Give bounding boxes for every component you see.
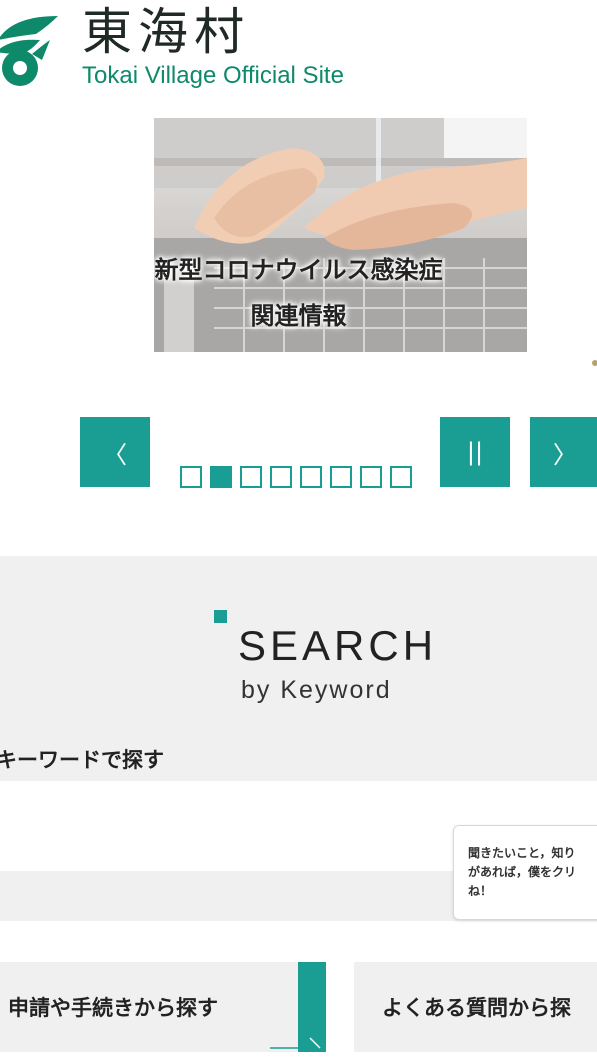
slider-next-button[interactable]: 〉 [530, 417, 597, 487]
slider-prev-button[interactable]: 〈 [80, 417, 150, 487]
search-subheading: by Keyword [241, 676, 392, 704]
search-heading: SEARCH [238, 622, 438, 669]
slider-dot-5[interactable] [300, 466, 322, 488]
search-heading-marker [214, 610, 227, 623]
next-slide-edge [592, 360, 597, 366]
chatbot-speech-bubble[interactable]: 聞きたいこと，知り があれば，僕をクリ ね！ [453, 825, 597, 920]
tokai-village-emblem-icon [0, 16, 58, 86]
slider-dot-4[interactable] [270, 466, 292, 488]
slider-dot-3[interactable] [240, 466, 262, 488]
slider-dot-7[interactable] [360, 466, 382, 488]
arrow-right-icon [270, 1037, 321, 1049]
slider-dot-8[interactable] [390, 466, 412, 488]
slider-dot-6[interactable] [330, 466, 352, 488]
pause-icon: || [466, 438, 484, 466]
banner-title-line2: 関連情報 [250, 302, 347, 330]
slider-pagination [180, 466, 412, 488]
chevron-right-icon: 〉 [553, 440, 577, 469]
search-by-faq-label: よくある質問から探 [382, 996, 571, 1020]
search-by-procedure-label: 申請や手続きから探す [8, 996, 218, 1020]
banner-title-line1: 新型コロナウイルス感染症 [154, 256, 443, 284]
keyword-search-label: キーワードで探す [0, 748, 164, 772]
slider-dot-2[interactable] [210, 466, 232, 488]
site-title-ja[interactable]: 東海村 [82, 2, 250, 62]
site-title-en[interactable]: Tokai Village Official Site [82, 62, 344, 90]
slider-pause-button[interactable]: || [440, 417, 510, 487]
search-by-faq-button[interactable]: よくある質問から探 [354, 962, 597, 1052]
chevron-left-icon: 〈 [103, 440, 127, 469]
slider-dot-1[interactable] [180, 466, 202, 488]
